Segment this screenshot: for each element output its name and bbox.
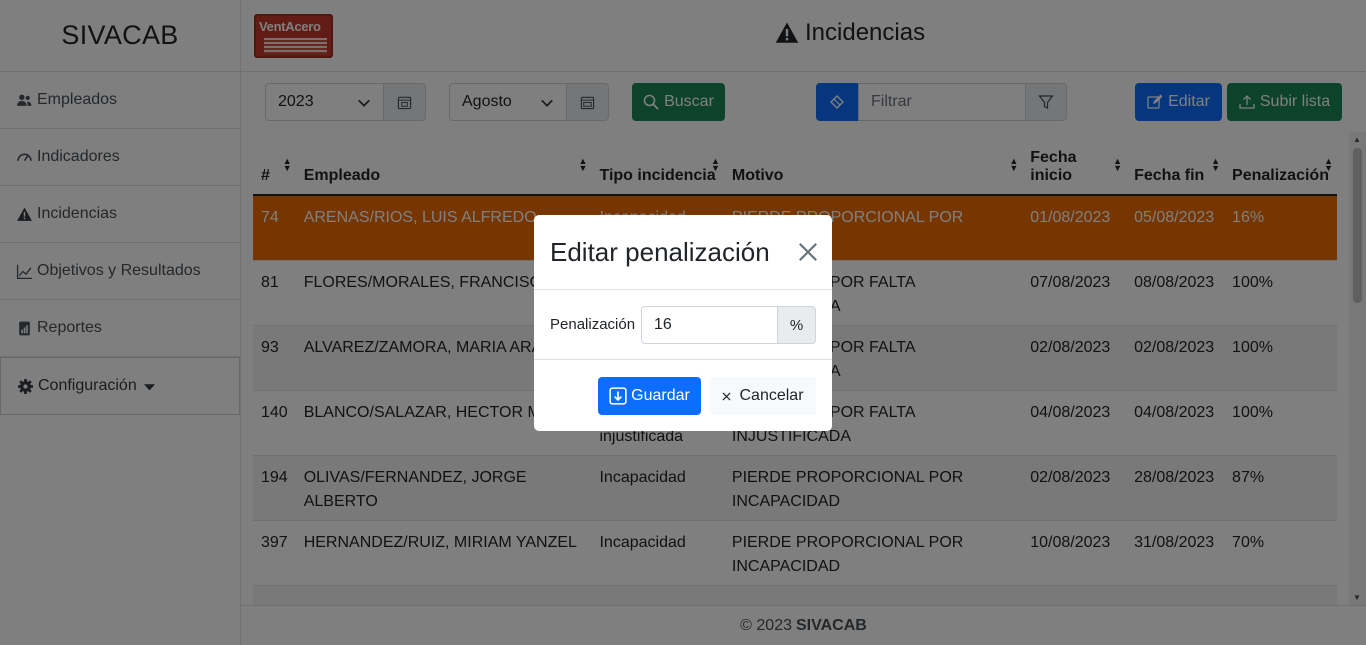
penalty-label: Penalización — [550, 316, 636, 333]
modal-header: Editar penalización — [534, 215, 832, 290]
modal-body: Penalización 16 % — [534, 290, 832, 360]
close-icon[interactable] — [797, 241, 819, 263]
cancel-button-label: Cancelar — [739, 387, 804, 404]
x-icon — [722, 391, 731, 401]
percent-addon: % — [777, 306, 816, 344]
penalty-input-value: 16 — [654, 316, 672, 333]
penalty-input[interactable]: 16 — [641, 306, 778, 344]
cancel-button[interactable]: Cancelar — [710, 377, 816, 415]
modal-title: Editar penalización — [550, 236, 770, 267]
save-button[interactable]: Guardar — [598, 377, 701, 415]
save-button-label: Guardar — [631, 387, 690, 404]
download-icon — [609, 387, 627, 405]
edit-penalty-modal: Editar penalización Penalización 16 % Gu… — [534, 215, 832, 431]
